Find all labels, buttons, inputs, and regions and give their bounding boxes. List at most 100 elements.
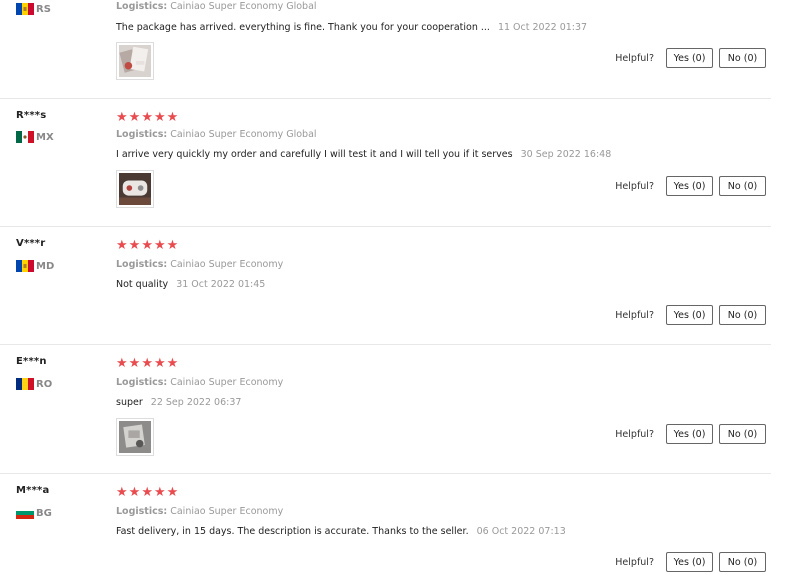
logistics-info: Logistics: Cainiao Super Economy (116, 259, 283, 270)
star-icon: ★ (128, 485, 142, 500)
logistics-info: Logistics: Cainiao Super Economy (116, 377, 283, 388)
helpful-no-button[interactable]: No (0) (719, 552, 766, 572)
helpful-no-button[interactable]: No (0) (719, 424, 766, 444)
reviewer-name: R***s (16, 110, 47, 121)
helpful-yes-button[interactable]: Yes (0) (666, 305, 713, 325)
helpful-no-button[interactable]: No (0) (719, 305, 766, 325)
review-text: The package has arrived. everything is f… (116, 22, 587, 33)
reviewer-name: M***a (16, 485, 50, 496)
logistics-label: Logistics: (116, 377, 168, 388)
star-icon: ★ (166, 485, 180, 500)
logistics-label: Logistics: (116, 129, 168, 140)
review-item: E***n RO ★★★★★ Logistics: Cainiao Super … (0, 344, 771, 474)
review-date: 11 Oct 2022 01:37 (497, 22, 588, 33)
review-body: Not quality (116, 279, 169, 290)
country-code: MX (36, 131, 54, 143)
star-rating: ★★★★★ (116, 239, 179, 252)
star-icon: ★ (141, 110, 154, 125)
star-icon: ★ (128, 110, 142, 125)
review-item: V***r MD ★★★★★ Logistics: Cainiao Super … (0, 226, 771, 345)
helpful-label: Helpful? (615, 428, 654, 440)
review-date: 06 Oct 2022 07:13 (476, 526, 566, 537)
helpful-yes-button[interactable]: Yes (0) (666, 552, 713, 572)
star-icon: ★ (141, 356, 154, 371)
review-text: Not quality 31 Oct 2022 01:45 (116, 279, 265, 290)
star-icon: ★ (128, 356, 142, 371)
review-text: super 22 Sep 2022 06:37 (116, 397, 241, 408)
logistics-label: Logistics: (116, 506, 168, 517)
star-icon: ★ (153, 485, 167, 500)
review-body: Fast delivery, in 15 days. The descripti… (116, 526, 469, 537)
star-icon: ★ (141, 485, 154, 500)
logistics-info: Logistics: Cainiao Super Economy Global (116, 129, 317, 140)
star-icon: ★ (153, 110, 167, 125)
review-date: 31 Oct 2022 01:45 (176, 279, 266, 290)
helpful-actions: Helpful? Yes (0) No (0) (615, 424, 766, 444)
star-icon: ★ (153, 356, 167, 371)
review-item: RS Logistics: Cainiao Super Economy Glob… (0, 0, 771, 99)
review-body: super (116, 397, 143, 408)
reviewer-name: E***n (16, 356, 47, 367)
country: RS (16, 3, 51, 15)
flag-romania-icon (16, 378, 34, 390)
country-code: RO (36, 378, 53, 390)
star-icon: ★ (116, 110, 129, 125)
star-icon: ★ (141, 238, 154, 253)
review-photo[interactable] (116, 170, 154, 208)
star-icon: ★ (166, 110, 180, 125)
helpful-yes-button[interactable]: Yes (0) (666, 48, 713, 68)
country: RO (16, 378, 52, 390)
star-rating: ★★★★★ (116, 111, 179, 124)
star-rating: ★★★★★ (116, 486, 179, 499)
logistics-label: Logistics: (116, 259, 168, 270)
review-item: M***a BG ★★★★★ Logistics: Cainiao Super … (0, 473, 771, 585)
review-date: 22 Sep 2022 06:37 (150, 397, 242, 408)
country: BG (16, 507, 52, 519)
review-text: I arrive very quickly my order and caref… (116, 149, 611, 160)
logistics-label: Logistics: (116, 1, 168, 12)
helpful-actions: Helpful? Yes (0) No (0) (615, 305, 766, 325)
star-rating: ★★★★★ (116, 357, 179, 370)
star-icon: ★ (116, 238, 129, 253)
helpful-no-button[interactable]: No (0) (719, 48, 766, 68)
review-photo-image (119, 421, 151, 453)
logistics-value: Cainiao Super Economy Global (170, 1, 317, 12)
logistics-info: Logistics: Cainiao Super Economy Global (116, 1, 317, 12)
review-item: R***s MX ★★★★★ Logistics: Cainiao Super … (0, 98, 771, 227)
logistics-info: Logistics: Cainiao Super Economy (116, 506, 283, 517)
helpful-yes-button[interactable]: Yes (0) (666, 176, 713, 196)
country: MX (16, 131, 54, 143)
star-icon: ★ (166, 238, 180, 253)
flag-moldova-icon (16, 260, 34, 272)
helpful-yes-button[interactable]: Yes (0) (666, 424, 713, 444)
star-icon: ★ (166, 356, 180, 371)
star-icon: ★ (116, 485, 129, 500)
helpful-label: Helpful? (615, 52, 654, 64)
logistics-value: Cainiao Super Economy (170, 506, 284, 517)
country-code: MD (36, 260, 55, 272)
review-photo-image (119, 173, 151, 205)
country: MD (16, 260, 54, 272)
country-code: RS (36, 3, 51, 15)
country-code: BG (36, 507, 52, 519)
logistics-value: Cainiao Super Economy (170, 259, 284, 270)
star-icon: ★ (128, 238, 142, 253)
reviews-list: RS Logistics: Cainiao Super Economy Glob… (0, 0, 791, 585)
flag-moldova-icon (16, 3, 34, 15)
helpful-no-button[interactable]: No (0) (719, 176, 766, 196)
review-photo[interactable] (116, 418, 154, 456)
logistics-value: Cainiao Super Economy Global (170, 129, 317, 140)
star-icon: ★ (116, 356, 129, 371)
logistics-value: Cainiao Super Economy (170, 377, 284, 388)
review-text: Fast delivery, in 15 days. The descripti… (116, 526, 566, 537)
review-date: 30 Sep 2022 16:48 (520, 149, 612, 160)
review-photo-image (119, 45, 151, 77)
helpful-actions: Helpful? Yes (0) No (0) (615, 552, 766, 572)
review-photo[interactable] (116, 42, 154, 80)
helpful-label: Helpful? (615, 180, 654, 192)
helpful-actions: Helpful? Yes (0) No (0) (615, 176, 766, 196)
helpful-actions: Helpful? Yes (0) No (0) (615, 48, 766, 68)
helpful-label: Helpful? (615, 556, 654, 568)
reviewer-name: V***r (16, 238, 46, 249)
flag-bulgaria-icon (16, 507, 34, 519)
